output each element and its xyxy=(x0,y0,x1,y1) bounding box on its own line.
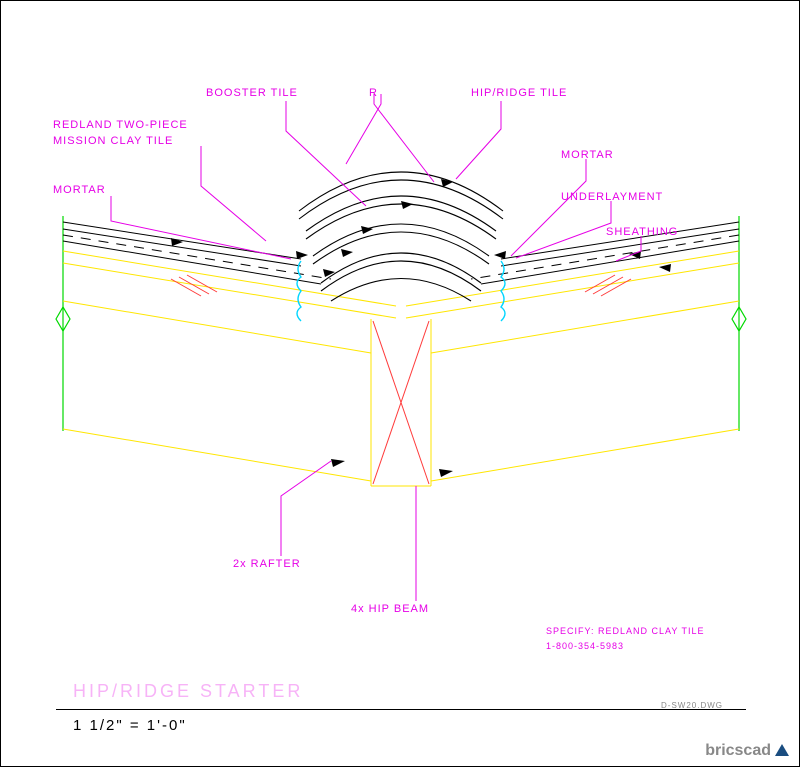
label-rafter: 2x RAFTER xyxy=(233,558,301,570)
label-mortar-left: MORTAR xyxy=(53,184,106,196)
spec-line2: 1-800-354-5983 xyxy=(546,641,624,651)
label-hip-ridge-tile: HIP/RIDGE TILE xyxy=(471,87,567,99)
drawing-scale: 1 1/2" = 1'-0" xyxy=(73,717,187,734)
label-booster-tile: BOOSTER TILE xyxy=(206,87,298,99)
cad-drawing xyxy=(1,1,800,767)
spec-line1: SPECIFY: REDLAND CLAY TILE xyxy=(546,626,705,636)
label-sheathing: SHEATHING xyxy=(606,226,678,238)
label-hip-beam: 4x HIP BEAM xyxy=(351,603,429,615)
brand-triangle-icon xyxy=(775,744,789,756)
label-underlayment: UNDERLAYMENT xyxy=(561,191,663,203)
brand-logo: bricscad xyxy=(705,742,789,760)
brand-text: bricscad xyxy=(705,742,771,759)
label-redland-line2: MISSION CLAY TILE xyxy=(53,135,173,147)
drawing-number: D-SW20.DWG xyxy=(661,701,723,710)
label-r-mark: R xyxy=(369,87,378,99)
drawing-stage: BOOSTER TILE R HIP/RIDGE TILE REDLAND TW… xyxy=(0,0,800,767)
drawing-title: HIP/RIDGE STARTER xyxy=(73,681,303,702)
label-redland-line1: REDLAND TWO-PIECE xyxy=(53,119,188,131)
label-mortar-right: MORTAR xyxy=(561,149,614,161)
title-rule xyxy=(56,709,746,710)
